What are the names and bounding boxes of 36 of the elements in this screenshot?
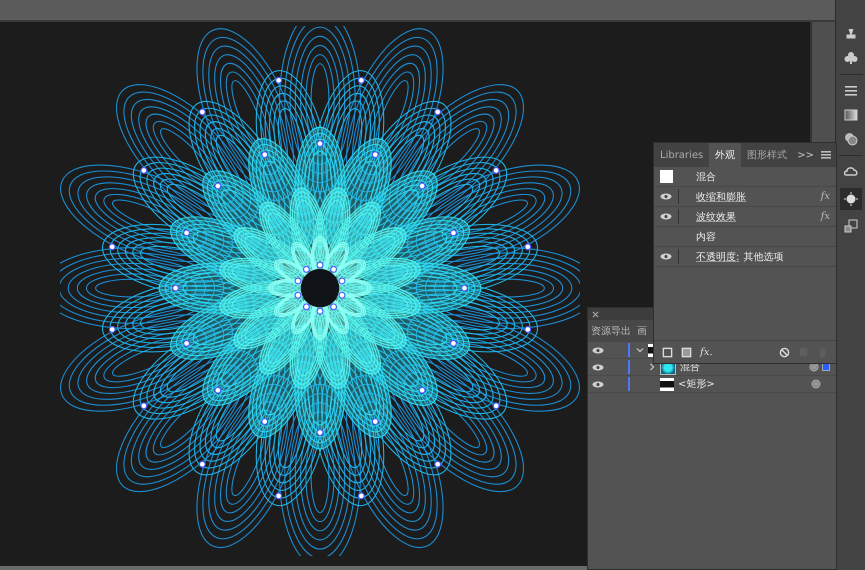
fx-label[interactable]: fx bbox=[820, 211, 830, 222]
eye-icon[interactable] bbox=[660, 253, 672, 260]
add-effect-button[interactable]: fx. bbox=[700, 346, 713, 358]
circles-icon[interactable] bbox=[842, 131, 858, 147]
panel-tab[interactable]: 画 bbox=[634, 320, 647, 342]
panel-tab[interactable]: 资源导出 bbox=[588, 320, 634, 342]
panel-tab[interactable]: Libraries bbox=[654, 143, 710, 167]
opacity-link[interactable]: 不透明度: bbox=[696, 250, 740, 264]
eye-icon[interactable] bbox=[660, 213, 672, 220]
eye-icon[interactable] bbox=[592, 380, 604, 388]
no-sign-icon[interactable] bbox=[779, 346, 790, 358]
caret-icon[interactable] bbox=[636, 346, 644, 354]
opacity-value: 其他选项 bbox=[743, 250, 784, 264]
square-icon[interactable] bbox=[662, 346, 673, 358]
appearance-swatch-icon bbox=[660, 170, 672, 183]
transform-icon[interactable] bbox=[842, 218, 858, 234]
caret-icon[interactable] bbox=[648, 363, 656, 371]
effect-link[interactable]: 波纹效果 bbox=[696, 210, 736, 224]
close-icon[interactable] bbox=[592, 310, 599, 318]
overflow-button[interactable]: >> bbox=[793, 143, 818, 167]
gradient-icon[interactable] bbox=[842, 107, 858, 123]
panel-tab[interactable]: 外观 bbox=[709, 143, 742, 167]
menu-icon[interactable] bbox=[821, 151, 831, 159]
effect-link[interactable]: 收缩和膨胀 bbox=[696, 190, 746, 204]
club-icon[interactable] bbox=[842, 50, 858, 66]
layer-thumbnail bbox=[660, 378, 674, 390]
panel-tab[interactable]: 图形样式 bbox=[741, 143, 794, 167]
content-label: 内容 bbox=[696, 230, 716, 244]
object-name: 混合 bbox=[696, 170, 716, 184]
fx-label[interactable]: fx bbox=[820, 191, 830, 202]
eye-icon[interactable] bbox=[660, 193, 672, 200]
eye-icon[interactable] bbox=[592, 346, 604, 354]
sun-icon[interactable] bbox=[840, 188, 862, 210]
filled-square-icon[interactable] bbox=[681, 346, 692, 358]
eye-icon[interactable] bbox=[592, 364, 604, 370]
layer-name[interactable]: <矩形> bbox=[678, 377, 715, 391]
